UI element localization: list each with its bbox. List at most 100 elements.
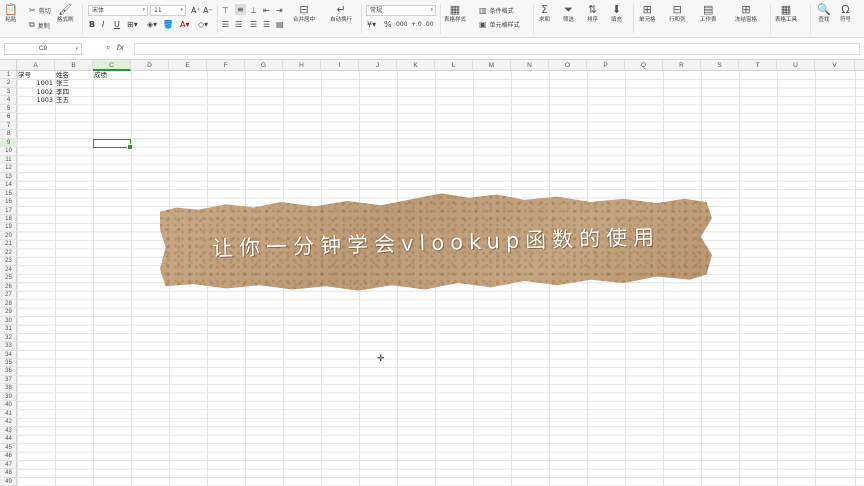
row-header-1[interactable]: 1 bbox=[0, 71, 17, 80]
column-header-r[interactable]: R bbox=[663, 60, 701, 71]
row-header-34[interactable]: 34 bbox=[0, 351, 17, 359]
row-header-33[interactable]: 33 bbox=[0, 342, 17, 351]
sum-button[interactable]: Σ 求和 bbox=[539, 3, 550, 24]
currency-button[interactable]: ¥▾ bbox=[367, 19, 376, 30]
column-header-h[interactable]: H bbox=[283, 60, 321, 71]
column-header-i[interactable]: I bbox=[321, 60, 359, 71]
row-header-32[interactable]: 32 bbox=[0, 334, 17, 343]
percent-button[interactable]: % bbox=[384, 19, 392, 30]
column-header-n[interactable]: N bbox=[511, 60, 549, 71]
row-header-42[interactable]: 42 bbox=[0, 418, 17, 427]
thousands-button[interactable]: 000 bbox=[396, 19, 407, 30]
column-header-a[interactable]: A bbox=[17, 60, 55, 71]
column-header-o[interactable]: O bbox=[549, 60, 587, 71]
row-header-17[interactable]: 17 bbox=[0, 207, 17, 215]
filter-button[interactable]: ⏷ 筛选 bbox=[563, 3, 574, 24]
freeze-panes-button[interactable]: ⊞ 冻结窗格 bbox=[735, 3, 757, 24]
row-header-8[interactable]: 8 bbox=[0, 130, 17, 139]
row-header-16[interactable]: 16 bbox=[0, 198, 17, 207]
align-center-icon[interactable]: ☰ bbox=[235, 19, 242, 30]
column-header-p[interactable]: P bbox=[587, 60, 625, 71]
row-header-7[interactable]: 7 bbox=[0, 122, 17, 131]
paint-bucket-icon[interactable]: 🪣 bbox=[163, 19, 173, 30]
row-header-27[interactable]: 27 bbox=[0, 291, 17, 300]
cell-b3[interactable]: 李四 bbox=[56, 88, 69, 96]
row-col-button[interactable]: ⊟ 行和列 bbox=[669, 3, 686, 24]
row-header-48[interactable]: 48 bbox=[0, 469, 17, 478]
align-right-icon[interactable]: ☰ bbox=[250, 19, 257, 30]
format-painter-button[interactable]: 🖌 格式刷 bbox=[57, 3, 74, 24]
align-bottom-icon[interactable]: ⊥ bbox=[250, 5, 257, 16]
cell-a4[interactable]: 1003 bbox=[17, 96, 53, 104]
row-header-21[interactable]: 21 bbox=[0, 240, 17, 249]
paste-button[interactable]: 📋 粘贴 bbox=[4, 3, 18, 24]
select-all-corner[interactable] bbox=[0, 60, 17, 71]
table-style-button[interactable]: ▦ 表格样式 bbox=[444, 3, 466, 24]
indent-decrease-icon[interactable]: ⇤ bbox=[263, 5, 270, 16]
column-header-m[interactable]: M bbox=[473, 60, 511, 71]
cell-c1[interactable]: 成绩 bbox=[94, 71, 107, 79]
table-tools-button[interactable]: ▦ 表格工具 bbox=[775, 3, 797, 24]
column-header-c[interactable]: C bbox=[93, 60, 131, 71]
row-header-14[interactable]: 14 bbox=[0, 181, 17, 190]
fx-button[interactable]: fx bbox=[116, 43, 124, 53]
row-header-22[interactable]: 22 bbox=[0, 249, 17, 258]
row-header-45[interactable]: 45 bbox=[0, 444, 17, 453]
row-header-6[interactable]: 6 bbox=[0, 113, 17, 122]
row-header-30[interactable]: 30 bbox=[0, 317, 17, 326]
font-name-select[interactable]: 宋体 ▾ bbox=[88, 5, 148, 16]
justify-icon[interactable]: ☰ bbox=[263, 19, 270, 30]
row-header-43[interactable]: 43 bbox=[0, 427, 17, 436]
font-shrink-button[interactable]: A⁻ bbox=[203, 5, 213, 16]
row-header-3[interactable]: 3 bbox=[0, 88, 17, 97]
active-cell-selection[interactable] bbox=[93, 138, 133, 151]
cell-b2[interactable]: 张三 bbox=[56, 79, 69, 87]
font-color-button[interactable]: A▾ bbox=[180, 19, 190, 30]
copy-button[interactable]: ⧉ 复制 bbox=[29, 20, 50, 30]
column-header-j[interactable]: J bbox=[359, 60, 397, 71]
row-header-20[interactable]: 20 bbox=[0, 232, 17, 241]
row-header-35[interactable]: 35 bbox=[0, 359, 17, 368]
formula-input[interactable] bbox=[134, 43, 860, 55]
row-header-5[interactable]: 5 bbox=[0, 105, 17, 114]
row-header-24[interactable]: 24 bbox=[0, 266, 17, 275]
indent-increase-icon[interactable]: ⇥ bbox=[276, 5, 283, 16]
column-header-e[interactable]: E bbox=[169, 60, 207, 71]
row-header-2[interactable]: 2 bbox=[0, 79, 17, 88]
fill-color-button[interactable]: ◈▾ bbox=[147, 19, 157, 30]
merge-center-button[interactable]: ⊟ 合并居中 bbox=[293, 3, 315, 24]
cell-a3[interactable]: 1002 bbox=[17, 88, 53, 96]
row-header-29[interactable]: 29 bbox=[0, 308, 17, 317]
column-header-t[interactable]: T bbox=[739, 60, 777, 71]
row-header-49[interactable]: 49 bbox=[0, 478, 17, 486]
row-header-44[interactable]: 44 bbox=[0, 435, 17, 444]
column-header-l[interactable]: L bbox=[435, 60, 473, 71]
column-header-v[interactable]: V bbox=[815, 60, 855, 71]
underline-button[interactable]: U bbox=[114, 19, 120, 30]
zoom-icon[interactable]: ⌕ bbox=[106, 43, 110, 53]
row-header-10[interactable]: 10 bbox=[0, 147, 17, 156]
column-header-g[interactable]: G bbox=[245, 60, 283, 71]
row-header-37[interactable]: 37 bbox=[0, 376, 17, 385]
row-header-47[interactable]: 47 bbox=[0, 461, 17, 470]
row-header-28[interactable]: 28 bbox=[0, 300, 17, 309]
find-button[interactable]: 🔍 查找 bbox=[817, 3, 831, 24]
sort-button[interactable]: ⇅ 排序 bbox=[587, 3, 598, 24]
row-header-36[interactable]: 36 bbox=[0, 367, 17, 376]
distributed-icon[interactable]: ▤ bbox=[276, 19, 284, 30]
border-button[interactable]: ⊞▾ bbox=[127, 19, 138, 30]
fill-button[interactable]: ⬇ 填充 bbox=[611, 3, 622, 24]
cut-button[interactable]: ✂ 剪切 bbox=[29, 6, 51, 15]
column-header-u[interactable]: U bbox=[777, 60, 815, 71]
decimal-decrease-button[interactable]: .00 bbox=[424, 19, 434, 30]
row-header-11[interactable]: 11 bbox=[0, 156, 17, 165]
row-header-40[interactable]: 40 bbox=[0, 401, 17, 410]
wrap-text-button[interactable]: ↵ 自动换行 bbox=[330, 3, 352, 24]
worksheet-button[interactable]: ▤ 工作表 bbox=[700, 3, 717, 24]
decimal-increase-button[interactable]: +.0 bbox=[411, 19, 422, 30]
row-header-46[interactable]: 46 bbox=[0, 452, 17, 461]
row-header-23[interactable]: 23 bbox=[0, 257, 17, 266]
font-grow-button[interactable]: A⁺ bbox=[191, 5, 201, 16]
row-header-26[interactable]: 26 bbox=[0, 283, 17, 292]
cell-button[interactable]: ⊞ 单元格 bbox=[639, 3, 656, 24]
